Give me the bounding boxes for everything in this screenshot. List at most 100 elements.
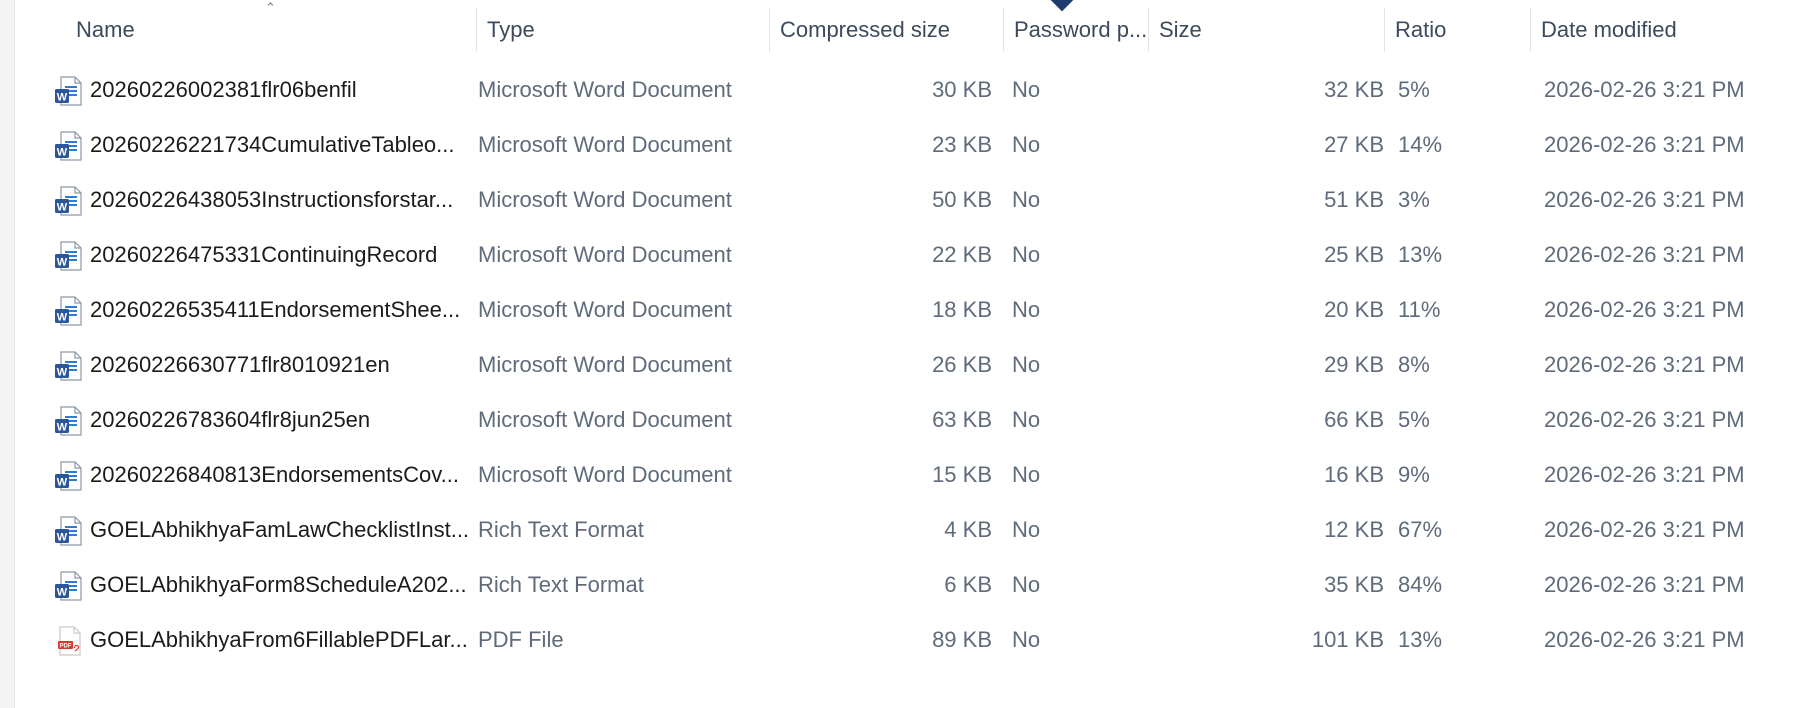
file-compressed-size: 89 KB (932, 627, 992, 652)
word-document-icon: W (54, 131, 82, 161)
column-header-ratio[interactable]: Ratio (1385, 8, 1530, 52)
file-size: 16 KB (1324, 462, 1384, 487)
svg-text:W: W (57, 587, 68, 599)
column-header-compressed-size[interactable]: Compressed size (770, 8, 1003, 52)
file-row[interactable]: W GOELAbhikhyaFamLawChecklistInst... Rich … (14, 502, 1804, 557)
file-row[interactable]: W 20260226783604flr8jun25en Microsoft Word… (14, 392, 1804, 447)
word-document-icon: W (54, 296, 82, 326)
svg-text:W: W (57, 532, 68, 544)
file-ratio: 11% (1398, 297, 1441, 322)
file-size: 35 KB (1324, 572, 1384, 597)
file-size: 27 KB (1324, 132, 1384, 157)
file-row[interactable]: W 20260226630771flr8010921en Microsoft Wor… (14, 337, 1804, 392)
file-compressed-size: 18 KB (932, 297, 992, 322)
file-name: 20260226002381flr06benfil (90, 77, 357, 102)
file-password-protected: No (1012, 297, 1041, 322)
svg-text:W: W (57, 92, 68, 104)
file-type: Microsoft Word Document (478, 297, 732, 322)
file-ratio: 5% (1398, 77, 1430, 102)
file-type: Rich Text Format (478, 572, 644, 597)
file-name: 20260226535411EndorsementShee... (90, 297, 461, 322)
file-compressed-size: 4 KB (944, 517, 992, 542)
file-name: GOELAbhikhyaFrom6FillablePDFLar... (90, 627, 468, 652)
file-row[interactable]: PDF GOELAbhikhyaFrom6FillablePDFLar... PDF… (14, 612, 1804, 667)
file-row[interactable]: W 20260226438053Instructionsforstar... Mic… (14, 172, 1804, 227)
file-type: Microsoft Word Document (478, 352, 732, 377)
file-name: 20260226840813EndorsementsCov... (90, 462, 459, 487)
file-size: 66 KB (1324, 407, 1384, 432)
file-row[interactable]: W 20260226535411EndorsementShee... Microso… (14, 282, 1804, 337)
word-document-icon: W (54, 461, 82, 491)
file-size: 51 KB (1324, 187, 1384, 212)
navigation-pane-edge (0, 0, 15, 708)
svg-text:W: W (57, 257, 68, 269)
file-name: 20260226783604flr8jun25en (90, 407, 371, 432)
column-header-bar: ⌃ Name Type Compressed size Password p..… (14, 0, 1819, 62)
file-row[interactable]: W 20260226475331ContinuingRecord Microsoft… (14, 227, 1804, 282)
file-size: 32 KB (1324, 77, 1384, 102)
file-date-modified: 2026-02-26 3:21 PM (1544, 297, 1745, 322)
word-document-icon: W (54, 241, 82, 271)
file-date-modified: 2026-02-26 3:21 PM (1544, 352, 1745, 377)
svg-text:PDF: PDF (60, 643, 72, 649)
file-password-protected: No (1012, 352, 1041, 377)
file-date-modified: 2026-02-26 3:21 PM (1544, 517, 1745, 542)
file-compressed-size: 6 KB (944, 572, 992, 597)
file-ratio: 5% (1398, 407, 1430, 432)
svg-text:W: W (57, 367, 68, 379)
file-password-protected: No (1012, 407, 1041, 432)
file-password-protected: No (1012, 517, 1041, 542)
file-date-modified: 2026-02-26 3:21 PM (1544, 627, 1745, 652)
file-name: 20260226438053Instructionsforstar... (90, 187, 454, 212)
file-type: Rich Text Format (478, 517, 644, 542)
svg-text:W: W (57, 147, 68, 159)
file-date-modified: 2026-02-26 3:21 PM (1544, 407, 1745, 432)
word-document-icon: W (54, 76, 82, 106)
file-list-view: ⌃ Name Type Compressed size Password p..… (14, 0, 1819, 708)
file-row[interactable]: W 20260226840813EndorsementsCov... Microso… (14, 447, 1804, 502)
file-ratio: 13% (1398, 627, 1443, 652)
svg-text:W: W (57, 312, 68, 324)
file-type: Microsoft Word Document (478, 77, 732, 102)
file-ratio: 9% (1398, 462, 1430, 487)
file-name: GOELAbhikhyaFamLawChecklistInst... (90, 517, 470, 542)
file-ratio: 67% (1398, 517, 1443, 542)
column-header-date-modified[interactable]: Date modified (1531, 8, 1801, 52)
file-compressed-size: 50 KB (932, 187, 992, 212)
file-compressed-size: 30 KB (932, 77, 992, 102)
file-password-protected: No (1012, 572, 1041, 597)
file-compressed-size: 63 KB (932, 407, 992, 432)
file-type: Microsoft Word Document (478, 407, 732, 432)
file-password-protected: No (1012, 627, 1041, 652)
file-name: 20260226221734CumulativeTableo... (90, 132, 455, 157)
file-compressed-size: 26 KB (932, 352, 992, 377)
file-ratio: 8% (1398, 352, 1430, 377)
file-row[interactable]: W 20260226002381flr06benfil Microsoft Word… (14, 62, 1804, 117)
file-date-modified: 2026-02-26 3:21 PM (1544, 132, 1745, 157)
column-header-size[interactable]: Size (1149, 8, 1384, 52)
column-header-type[interactable]: Type (477, 8, 769, 52)
word-document-icon: W (54, 571, 82, 601)
file-password-protected: No (1012, 242, 1041, 267)
file-name: 20260226630771flr8010921en (90, 352, 390, 377)
file-compressed-size: 22 KB (932, 242, 992, 267)
column-header-name[interactable]: Name (66, 8, 476, 52)
file-size: 29 KB (1324, 352, 1384, 377)
file-type: Microsoft Word Document (478, 132, 732, 157)
file-row[interactable]: W GOELAbhikhyaForm8ScheduleA202... Rich Te… (14, 557, 1804, 612)
svg-text:W: W (57, 202, 68, 214)
file-password-protected: No (1012, 187, 1041, 212)
file-size: 12 KB (1324, 517, 1384, 542)
file-date-modified: 2026-02-26 3:21 PM (1544, 77, 1745, 102)
file-type: PDF File (478, 627, 564, 652)
file-compressed-size: 23 KB (932, 132, 992, 157)
file-ratio: 13% (1398, 242, 1443, 267)
file-row[interactable]: W 20260226221734CumulativeTableo... Micros… (14, 117, 1804, 172)
column-header-password-protected[interactable]: Password p... (1004, 8, 1148, 52)
svg-text:W: W (57, 477, 68, 489)
file-size: 25 KB (1324, 242, 1384, 267)
file-date-modified: 2026-02-26 3:21 PM (1544, 242, 1745, 267)
word-document-icon: W (54, 186, 82, 216)
file-name: GOELAbhikhyaForm8ScheduleA202... (90, 572, 467, 597)
file-date-modified: 2026-02-26 3:21 PM (1544, 462, 1745, 487)
